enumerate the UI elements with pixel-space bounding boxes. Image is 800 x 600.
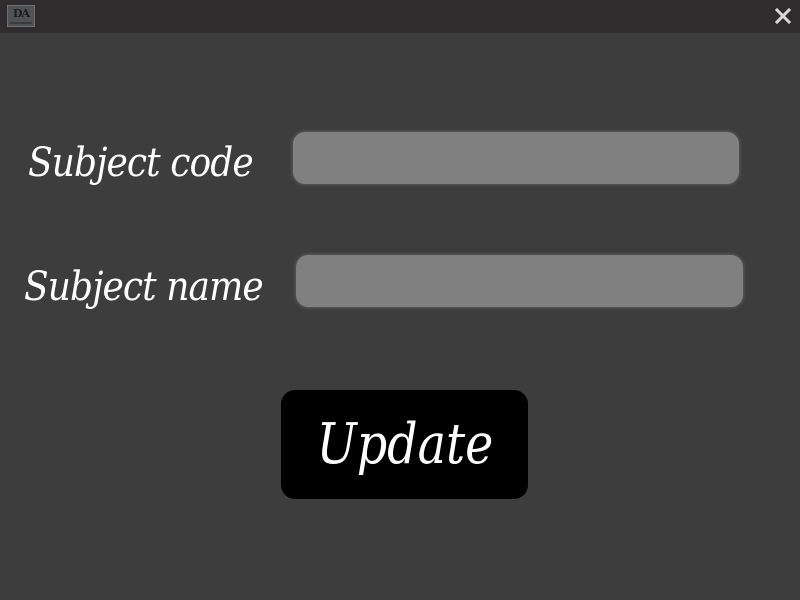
title-bar[interactable]: DA <box>0 0 800 33</box>
subject-name-label: Subject name <box>24 264 264 310</box>
update-subject-window: DA Subject code Subject name Update <box>0 0 800 600</box>
subject-code-input[interactable] <box>293 132 739 184</box>
app-logo-underline <box>10 22 32 24</box>
close-button[interactable] <box>774 7 792 25</box>
close-icon <box>774 7 792 25</box>
subject-code-label: Subject code <box>28 140 254 186</box>
update-button[interactable]: Update <box>281 390 528 499</box>
app-logo-icon: DA <box>7 5 35 27</box>
subject-name-input[interactable] <box>296 255 743 307</box>
update-button-label: Update <box>316 412 493 477</box>
app-logo-text: DA <box>12 7 30 20</box>
